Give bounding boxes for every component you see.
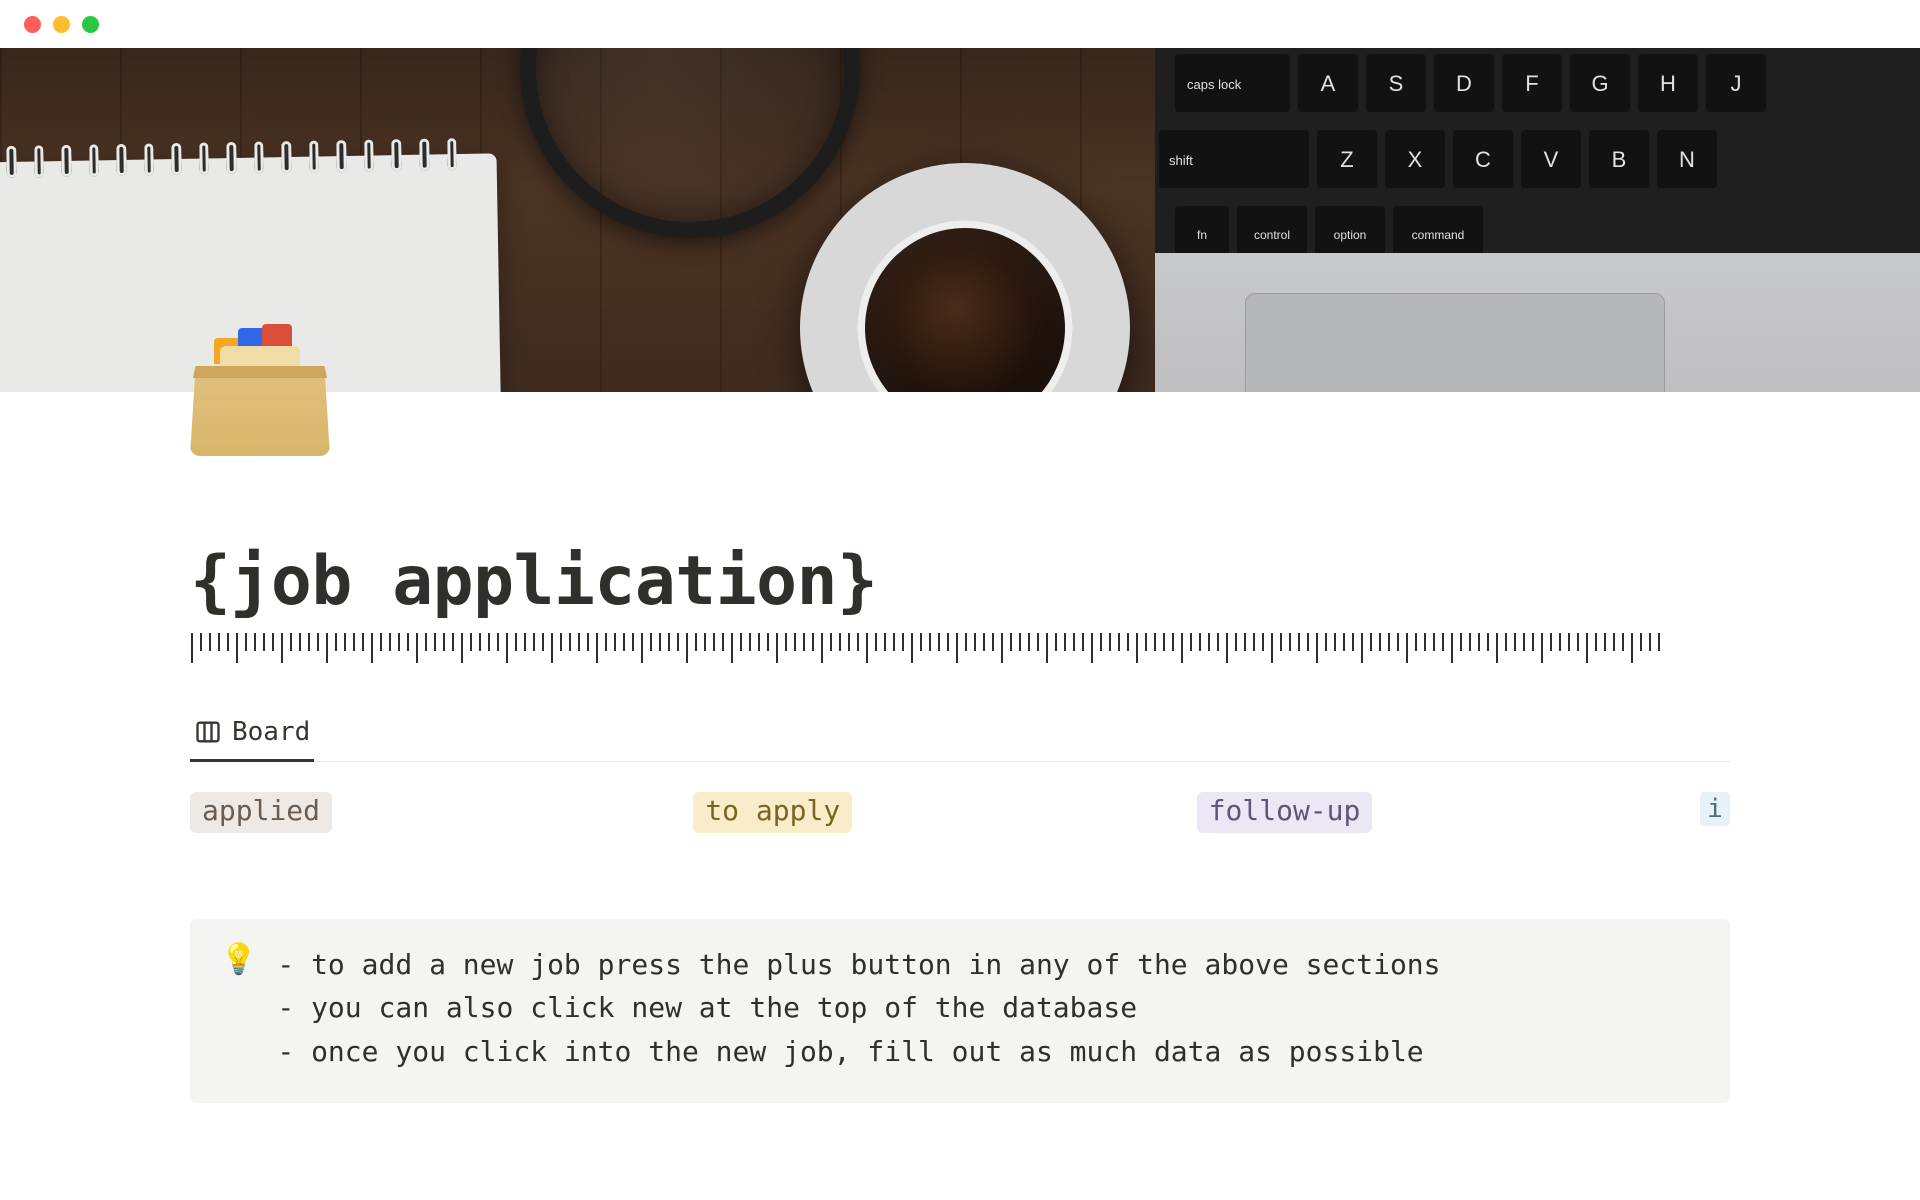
cover-laptop-photo: caps lock A S D F G H J shift Z X C V B … — [1155, 48, 1920, 392]
page-icon[interactable] — [190, 316, 330, 456]
lightbulb-icon: 💡 — [220, 945, 257, 1073]
status-pill-applied: applied — [190, 792, 332, 833]
card-file-box-icon — [214, 324, 306, 370]
key-b: B — [1589, 130, 1649, 190]
key-c: C — [1453, 130, 1513, 190]
board-column-follow-up[interactable]: follow-up — [1197, 792, 1700, 833]
key-x: X — [1385, 130, 1445, 190]
key-d: D — [1434, 54, 1494, 114]
window-titlebar — [0, 0, 1920, 48]
callout-block[interactable]: 💡 - to add a new job press the plus butt… — [190, 919, 1730, 1103]
info-icon: i — [1700, 792, 1730, 826]
key-n: N — [1657, 130, 1717, 190]
status-pill-to-apply: to apply — [693, 792, 852, 833]
board-icon — [194, 718, 222, 746]
traffic-light-minimize[interactable] — [53, 16, 70, 33]
key-g: G — [1570, 54, 1630, 114]
key-h: H — [1638, 54, 1698, 114]
board-columns: applied to apply follow-up i — [190, 792, 1730, 833]
key-j: J — [1706, 54, 1766, 114]
status-pill-follow-up: follow-up — [1197, 792, 1373, 833]
keyboard-prop: caps lock A S D F G H J shift Z X C V B … — [1155, 48, 1920, 253]
traffic-light-close[interactable] — [24, 16, 41, 33]
board-column-applied[interactable]: applied — [190, 792, 693, 833]
laptop-palmrest — [1155, 253, 1920, 392]
callout-text: - to add a new job press the plus button… — [277, 943, 1440, 1073]
trackpad — [1245, 293, 1665, 392]
cover-desk-photo — [0, 48, 1155, 392]
tab-board-label: Board — [232, 717, 310, 747]
key-capslock: caps lock — [1175, 54, 1290, 114]
board-column-to-apply[interactable]: to apply — [693, 792, 1196, 833]
page-title[interactable]: {job application} — [190, 542, 1730, 621]
key-shift: shift — [1159, 130, 1309, 190]
traffic-light-zoom[interactable] — [82, 16, 99, 33]
key-z: Z — [1317, 130, 1377, 190]
key-a: A — [1298, 54, 1358, 114]
ruler-divider — [190, 633, 1730, 683]
database-view-tabs: Board — [190, 709, 1730, 762]
tab-board[interactable]: Board — [190, 709, 314, 761]
board-column-trailing[interactable]: i — [1700, 792, 1730, 826]
key-v: V — [1521, 130, 1581, 190]
key-f: F — [1502, 54, 1562, 114]
key-s: S — [1366, 54, 1426, 114]
